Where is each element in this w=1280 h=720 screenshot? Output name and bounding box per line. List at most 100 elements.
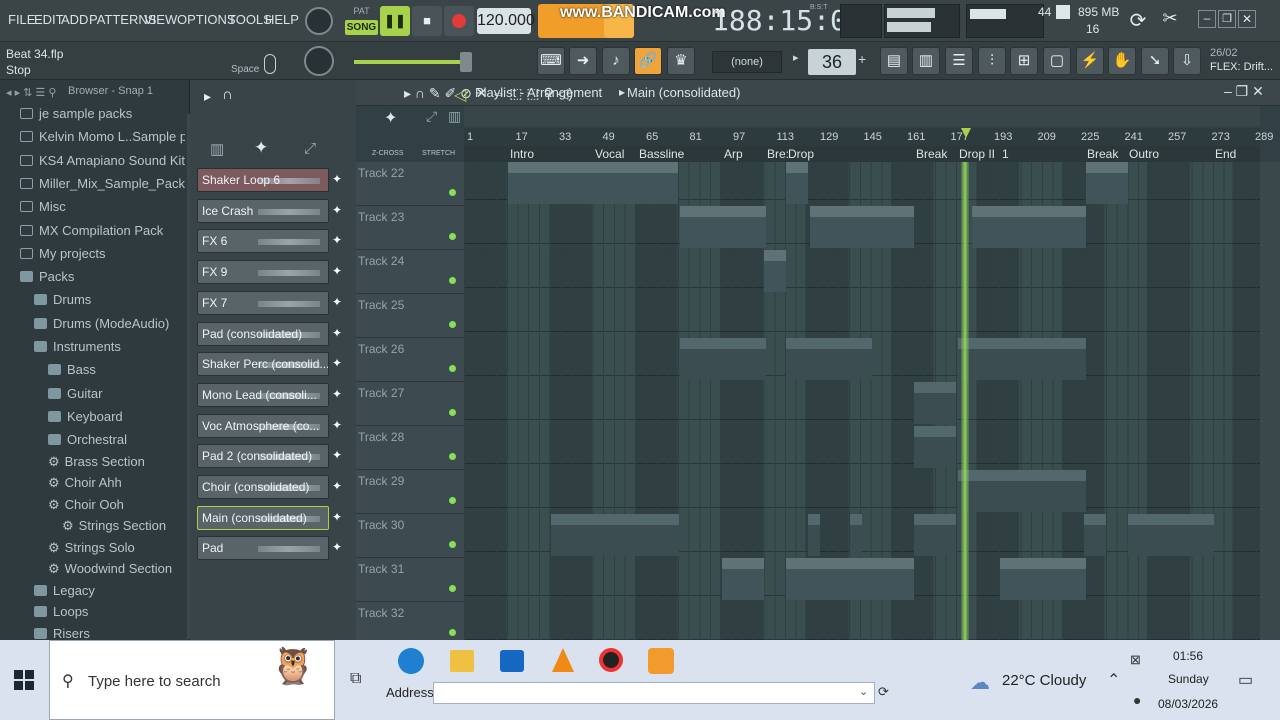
playlist-clip[interactable] bbox=[786, 162, 808, 204]
channel-button[interactable]: FX 7 bbox=[197, 290, 329, 315]
track-header[interactable]: Track 27 bbox=[356, 382, 464, 426]
playlist-clip[interactable] bbox=[680, 338, 766, 380]
track-mute-led[interactable] bbox=[449, 365, 456, 372]
track-header[interactable]: Track 25 bbox=[356, 294, 464, 338]
menu-help[interactable]: HELP bbox=[265, 12, 299, 27]
channel-wave-icon[interactable]: ✦ bbox=[330, 322, 344, 346]
browser-item[interactable]: ⚙ Woodwind Section bbox=[48, 561, 185, 577]
channel-wave-icon[interactable]: ✦ bbox=[330, 444, 344, 468]
channel-wave-icon[interactable]: ✦ bbox=[330, 168, 344, 192]
master-volume-knob[interactable] bbox=[305, 7, 333, 35]
arrangement-icon[interactable]: ◁ bbox=[454, 85, 466, 105]
track-header[interactable]: Track 24 bbox=[356, 250, 464, 294]
playlist-clip[interactable] bbox=[808, 514, 820, 556]
track-mute-led[interactable] bbox=[449, 453, 456, 460]
arrangement-marker[interactable]: Vocal bbox=[595, 147, 624, 161]
track-mute-led[interactable] bbox=[449, 233, 456, 240]
track-mute-led[interactable] bbox=[449, 585, 456, 592]
playlist-clip[interactable] bbox=[1084, 514, 1106, 556]
track-mute-led[interactable] bbox=[449, 409, 456, 416]
go-icon[interactable]: ⟳ bbox=[878, 684, 889, 700]
fl-studio-icon[interactable] bbox=[648, 648, 674, 674]
arrangement-marker[interactable]: Drop bbox=[788, 147, 814, 161]
arrangement-marker[interactable]: Outro bbox=[1129, 147, 1159, 161]
stop-button[interactable]: ■ bbox=[412, 6, 442, 36]
notifications-icon[interactable]: ▭ bbox=[1238, 670, 1253, 690]
browser-item[interactable]: Misc bbox=[20, 199, 185, 214]
channel-wave-icon[interactable]: ✦ bbox=[330, 506, 344, 530]
play-arrow-icon[interactable]: ▸ bbox=[204, 88, 211, 105]
menu-add[interactable]: ADD bbox=[61, 12, 88, 27]
routing-icon[interactable]: ⊞ bbox=[1010, 47, 1038, 75]
browser-item[interactable]: ⚙ Choir Ooh bbox=[48, 497, 185, 513]
close-icon[interactable]: ✕ bbox=[1238, 10, 1256, 28]
channel-button[interactable]: Voc Atmosphere (co... bbox=[197, 413, 329, 438]
channel-button[interactable]: Shaker Loop 6 bbox=[197, 168, 329, 192]
browser-item[interactable]: ⚙ Choir Ahh bbox=[48, 475, 185, 491]
channel-button[interactable]: Ice Crash bbox=[197, 198, 329, 223]
task-view-icon[interactable]: ⧉ bbox=[350, 670, 361, 688]
network-icon[interactable]: ⊠ bbox=[1130, 652, 1141, 668]
clock-day[interactable]: Sunday bbox=[1168, 672, 1209, 686]
piano-roll-icon[interactable]: ▥ bbox=[912, 47, 940, 75]
pattern-prev-icon[interactable]: ▸ bbox=[793, 51, 807, 73]
playlist-clip[interactable] bbox=[1128, 514, 1214, 556]
minimize-icon[interactable]: – bbox=[1198, 10, 1216, 28]
arrangement-marker[interactable]: Bassline bbox=[639, 147, 684, 161]
track-mute-led[interactable] bbox=[449, 321, 456, 328]
browser-item[interactable]: Risers bbox=[34, 626, 185, 641]
track-header[interactable]: Track 23 bbox=[356, 206, 464, 250]
channel-button[interactable]: Pad (consolidated) bbox=[197, 321, 329, 346]
browser-item[interactable]: Packs bbox=[20, 269, 185, 284]
channel-wave-icon[interactable]: ✦ bbox=[330, 383, 344, 407]
arrangement-marker[interactable]: Bre: bbox=[767, 147, 789, 161]
step-edit-icon[interactable]: ➜ bbox=[569, 47, 597, 75]
weather-text[interactable]: 22°C Cloudy bbox=[1002, 672, 1086, 689]
menu-view[interactable]: VIEW bbox=[144, 12, 177, 27]
browser-item[interactable]: ⚙ Strings Solo bbox=[48, 540, 185, 556]
automation-icon[interactable]: ⤢ bbox=[304, 140, 316, 157]
browser-item[interactable]: Drums (ModeAudio) bbox=[34, 316, 185, 331]
browser-item[interactable]: ⚙ Brass Section bbox=[48, 454, 185, 470]
pattern-number[interactable]: 36 bbox=[808, 49, 856, 75]
news-text[interactable]: FLEX: Drift... bbox=[1210, 61, 1273, 73]
browser-item[interactable]: KS4 Amapiano Sound Kit bbox=[20, 153, 185, 168]
browser-item[interactable]: Legacy bbox=[34, 583, 185, 598]
playlist-icon[interactable]: ▤ bbox=[880, 47, 908, 75]
pause-button[interactable]: ❚❚ bbox=[380, 6, 410, 36]
clock-date[interactable]: 08/03/2026 bbox=[1158, 697, 1218, 711]
browser-item[interactable]: Orchestral bbox=[48, 432, 185, 447]
playlist-clip[interactable] bbox=[1086, 162, 1128, 204]
playlist-clip[interactable] bbox=[914, 426, 956, 468]
mixer-icon[interactable]: ⫶ bbox=[978, 47, 1006, 75]
browser-item[interactable]: Drums bbox=[34, 292, 185, 307]
arrangement-marker[interactable]: Arp bbox=[724, 147, 743, 161]
chevron-down-icon[interactable]: ⌄ bbox=[859, 685, 868, 698]
channel-button[interactable]: Mono Lead (consoli... bbox=[197, 382, 329, 407]
channel-button[interactable]: Main (consolidated) bbox=[197, 505, 329, 530]
microphone-icon[interactable]: ● bbox=[1133, 692, 1141, 708]
track-header[interactable]: Track 26 bbox=[356, 338, 464, 382]
playlist-clip[interactable] bbox=[958, 470, 1086, 512]
playlist-clip[interactable] bbox=[958, 338, 1086, 380]
track-header[interactable]: Track 31 bbox=[356, 558, 464, 602]
arrangement-marker[interactable]: Intro bbox=[510, 147, 534, 161]
master-pitch-knob[interactable] bbox=[304, 46, 334, 76]
browser-item[interactable]: Miller_Mix_Sample_Pack 2 bbox=[20, 176, 185, 191]
snap-selector[interactable]: (none) bbox=[712, 51, 782, 73]
playlist-clip[interactable] bbox=[508, 162, 678, 204]
tempo-display[interactable]: 120.000 bbox=[477, 8, 535, 34]
taskbar-search-box[interactable]: ⚲ Type here to search 🦉 bbox=[49, 640, 335, 720]
channel-wave-icon[interactable]: ✦ bbox=[330, 260, 344, 284]
browser-item[interactable]: Kelvin Momo L..Sample pack bbox=[20, 129, 185, 144]
magnet-icon[interactable]: ∩ bbox=[222, 86, 233, 103]
song-mode-button[interactable]: SONG bbox=[345, 20, 378, 35]
channel-button[interactable]: Pad bbox=[197, 536, 329, 561]
waveform-mode-icon[interactable]: ✦ bbox=[254, 138, 268, 158]
channel-button[interactable]: Shaker Perc (consolid... bbox=[197, 352, 329, 377]
browser-item[interactable]: Loops bbox=[34, 604, 185, 619]
link-tracks-icon[interactable]: ⤢ bbox=[426, 108, 437, 125]
tempo-tapper-icon[interactable]: ➘ bbox=[1141, 47, 1169, 75]
touch-controller-icon[interactable]: ✋ bbox=[1108, 47, 1136, 75]
track-header[interactable]: Track 29 bbox=[356, 470, 464, 514]
